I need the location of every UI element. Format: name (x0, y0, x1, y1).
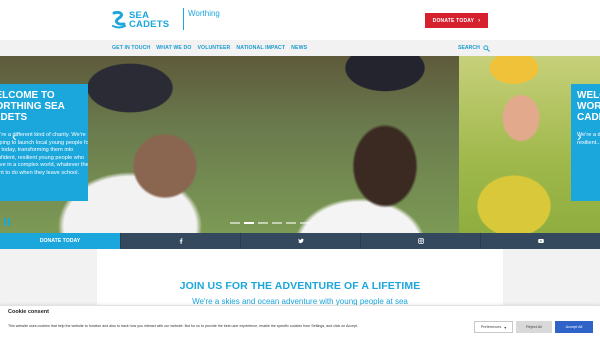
sea-cadets-logo[interactable]: SEA CADETS (112, 9, 178, 31)
chevron-down-icon: ▾ (504, 324, 507, 330)
twitter-icon (297, 238, 304, 244)
nav-items: GET IN TOUCH WHAT WE DO VOLUNTEER NATION… (112, 40, 313, 56)
wave-logo-icon (112, 11, 126, 29)
cookie-accept-all-button[interactable]: Accept All (555, 321, 593, 333)
site-header: SEA CADETS Worthing DONATE TODAY › (0, 0, 600, 40)
instagram-link[interactable] (360, 233, 480, 249)
donate-button[interactable]: DONATE TODAY › (425, 13, 488, 28)
donate-button-label: DONATE TODAY (432, 17, 475, 24)
carousel-dot[interactable] (286, 222, 296, 224)
carousel-prev-arrow-icon[interactable]: ‹ (12, 128, 17, 144)
main-nav: GET IN TOUCH WHAT WE DO VOLUNTEER NATION… (0, 40, 600, 56)
social-donate-button[interactable]: DONATE TODAY (0, 233, 120, 249)
cookie-preferences-button[interactable]: Preferences ▾ (474, 321, 513, 333)
carousel-pause-icon[interactable] (4, 218, 10, 226)
search-icon (483, 44, 490, 52)
preferences-label: Preferences (480, 325, 502, 329)
facebook-link[interactable] (120, 233, 240, 249)
youtube-link[interactable] (480, 233, 600, 249)
carousel-dot[interactable] (258, 222, 268, 224)
cookie-consent-banner: Cookie consent This website uses cookies… (0, 305, 600, 338)
carousel-dot[interactable] (300, 222, 310, 224)
nav-item-news[interactable]: NEWS (291, 45, 307, 51)
facebook-icon (179, 238, 182, 244)
carousel-dot[interactable] (272, 222, 282, 224)
logo-line-2: CADETS (129, 19, 170, 30)
search-label: SEARCH (458, 45, 480, 51)
hero-title-next: WELC WORT CADE (577, 90, 600, 123)
cookie-reject-all-button[interactable]: Reject All (516, 321, 552, 333)
hero-caption-card-next: WELC WORT CADE We're a differe... young … (571, 84, 600, 201)
instagram-icon (417, 238, 424, 244)
hero-carousel: WELCOME TO WORTHING SEA CADETS We're a d… (0, 56, 600, 233)
carousel-dot[interactable] (244, 222, 254, 224)
twitter-link[interactable] (240, 233, 360, 249)
unit-name: Worthing (188, 9, 220, 18)
nav-item-volunteer[interactable]: VOLUNTEER (198, 45, 231, 51)
nav-item-national-impact[interactable]: NATIONAL IMPACT (236, 45, 285, 51)
carousel-dots (230, 222, 314, 224)
cookie-title: Cookie consent (8, 309, 49, 315)
carousel-next-arrow-icon[interactable]: › (577, 128, 582, 144)
social-bar: DONATE TODAY (0, 233, 600, 249)
nav-item-what-we-do[interactable]: WHAT WE DO (156, 45, 191, 51)
carousel-dot[interactable] (230, 222, 240, 224)
nav-item-get-in-touch[interactable]: GET IN TOUCH (112, 45, 150, 51)
cookie-text: This website uses cookies that help the … (8, 324, 358, 328)
logo-divider (183, 8, 184, 30)
hero-title: WELCOME TO WORTHING SEA CADETS (0, 90, 65, 123)
section-heading: JOIN US FOR THE ADVENTURE OF A LIFETIME (179, 280, 421, 292)
search-button[interactable]: SEARCH (458, 40, 490, 56)
chevron-right-icon: › (478, 17, 481, 24)
logo-wordmark: SEA CADETS (129, 11, 170, 30)
youtube-icon (537, 239, 544, 243)
